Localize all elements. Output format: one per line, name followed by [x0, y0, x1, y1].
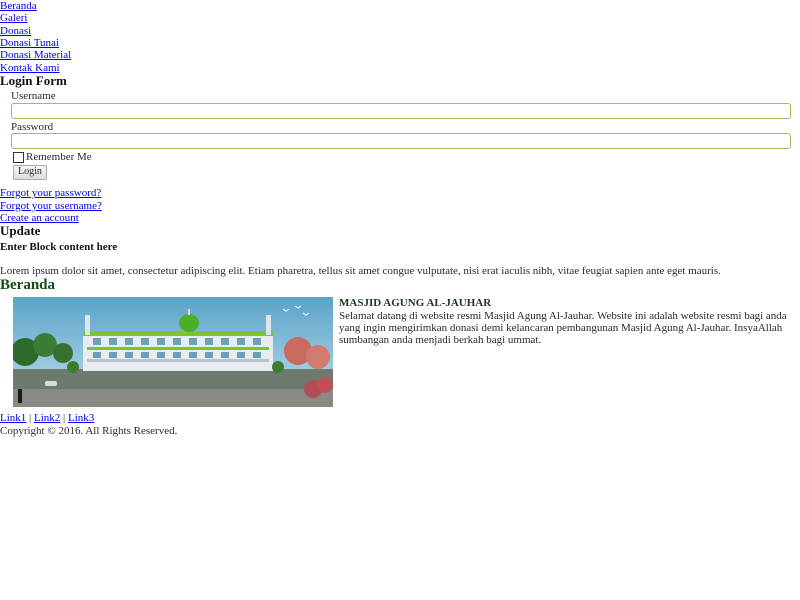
- username-input[interactable]: [11, 102, 791, 119]
- create-account-link[interactable]: Create an account: [0, 212, 800, 224]
- password-label: Password: [11, 120, 54, 133]
- nav-link-donasi-tunai[interactable]: Donasi Tunai: [0, 37, 800, 49]
- article-title: MASJID AGUNG AL-JAUHAR: [339, 297, 492, 310]
- main-nav: Beranda Galeri Donasi Donasi Tunai Donas…: [0, 0, 800, 74]
- remember-me-checkbox[interactable]: [13, 151, 24, 163]
- article-body: Selamat datang di website resmi Masjid A…: [339, 309, 787, 347]
- nav-link-donasi-material[interactable]: Donasi Material: [0, 49, 800, 61]
- footer-link-2[interactable]: Link2: [34, 412, 60, 424]
- footer-separator: |: [63, 412, 66, 425]
- login-form-title: Login Form: [0, 72, 67, 88]
- username-label: Username: [11, 90, 56, 103]
- mosque-photo: [13, 297, 333, 408]
- footer-separator: |: [29, 412, 32, 425]
- nav-link-kontak-kami[interactable]: Kontak Kami: [0, 62, 800, 74]
- password-input[interactable]: [11, 133, 791, 150]
- account-links: Forgot your password? Forgot your userna…: [0, 187, 800, 224]
- forgot-username-link[interactable]: Forgot your username?: [0, 200, 800, 212]
- forgot-password-link[interactable]: Forgot your password?: [0, 187, 800, 199]
- nav-link-galeri[interactable]: Galeri: [0, 12, 800, 24]
- update-block-body: Lorem ipsum dolor sit amet, consectetur …: [0, 265, 721, 278]
- copyright-text: Copyright © 2016. All Rights Reserved.: [0, 424, 178, 437]
- article-text: MASJID AGUNG AL-JAUHAR Selamat datang di…: [339, 297, 787, 346]
- page-title: Beranda: [0, 277, 56, 294]
- update-block-title: Update: [0, 223, 41, 239]
- update-block-subtitle: Enter Block content here: [0, 240, 118, 253]
- nav-link-beranda[interactable]: Beranda: [0, 0, 800, 12]
- footer-link-1[interactable]: Link1: [0, 412, 26, 424]
- remember-me-row: Remember Me: [13, 151, 800, 163]
- remember-me-label: Remember Me: [26, 151, 92, 164]
- nav-link-donasi[interactable]: Donasi: [0, 25, 800, 37]
- login-button[interactable]: Login: [13, 165, 47, 181]
- footer-link-3[interactable]: Link3: [68, 412, 94, 424]
- login-form: Username Password Remember Me Login: [11, 88, 800, 181]
- footer-links: Link1 | Link2 | Link3: [0, 412, 800, 424]
- article: MASJID AGUNG AL-JAUHAR Selamat datang di…: [13, 297, 800, 408]
